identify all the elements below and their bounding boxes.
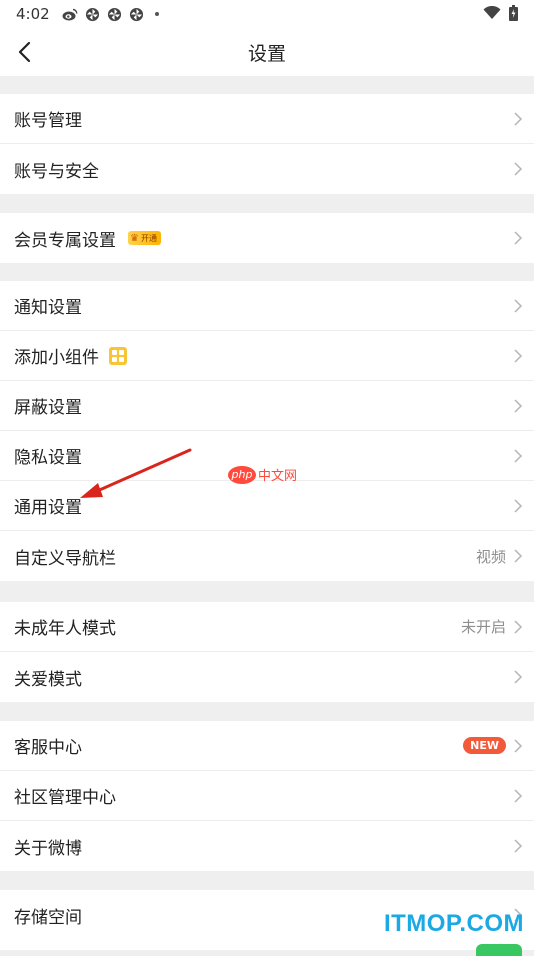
row-customer-service[interactable]: 客服中心 NEW [0, 721, 534, 771]
row-vip-settings[interactable]: 会员专属设置 ♛ 开通 [0, 213, 534, 263]
status-time: 4:02 [16, 5, 50, 23]
pinwheel-icon [85, 7, 99, 21]
row-account-management[interactable]: 账号管理 [0, 94, 534, 144]
row-account-security[interactable]: 账号与安全 [0, 144, 534, 194]
chevron-right-icon [514, 348, 523, 363]
settings-group-vip: 会员专属设置 ♛ 开通 [0, 213, 534, 263]
row-care-mode[interactable]: 关爱模式 [0, 652, 534, 702]
dot-icon [154, 12, 159, 16]
widget-grid-icon [109, 346, 127, 365]
partial-toggle [476, 944, 522, 956]
row-minor-mode[interactable]: 未成年人模式 未开启 [0, 602, 534, 652]
row-label: 社区管理中心 [14, 788, 116, 808]
battery-icon [509, 5, 518, 21]
row-label: 关爱模式 [14, 669, 82, 690]
row-value: 视频 [475, 547, 506, 566]
row-block-settings[interactable]: 屏蔽设置 [0, 381, 534, 431]
new-badge: NEW [463, 737, 506, 754]
vip-badge-text: 开通 [140, 233, 157, 243]
row-label: 未成年人模式 [14, 619, 116, 639]
row-custom-navbar[interactable]: 自定义导航栏 视频 [0, 531, 534, 581]
crown-icon: ♛ [130, 232, 139, 244]
wifi-icon [483, 6, 501, 19]
chevron-right-icon [514, 839, 523, 853]
settings-group-support: 客服中心 NEW 社区管理中心 关于微博 [0, 721, 534, 871]
chevron-right-icon [514, 788, 523, 803]
row-label: 自定义导航栏 [14, 548, 116, 569]
row-notification-settings[interactable]: 通知设置 [0, 281, 534, 331]
weibo-icon [62, 8, 78, 20]
chevron-right-icon [514, 549, 523, 563]
chevron-right-icon [514, 231, 523, 245]
chevron-left-icon [18, 41, 31, 63]
row-label: 账号管理 [14, 111, 82, 131]
status-notification-icons [62, 7, 159, 22]
chevron-right-icon [514, 111, 523, 126]
chevron-right-icon [514, 298, 523, 313]
row-label: 通知设置 [14, 298, 82, 318]
vip-badge: ♛ 开通 [128, 231, 161, 245]
row-label: 存储空间 [14, 907, 82, 928]
row-label: 关于微博 [14, 838, 82, 859]
nav-bar: 设置 [0, 28, 534, 76]
row-label: 添加小组件 [14, 348, 99, 368]
status-system-icons [483, 5, 518, 21]
chevron-right-icon [514, 498, 523, 513]
chevron-right-icon [514, 619, 523, 634]
itmop-watermark: ITMOP.COM [383, 910, 524, 937]
settings-group-account: 账号管理 账号与安全 [0, 94, 534, 194]
pinwheel-icon [129, 7, 143, 21]
pinwheel-icon [107, 7, 121, 21]
row-about-weibo[interactable]: 关于微博 [0, 821, 534, 871]
chevron-right-icon [514, 448, 523, 463]
row-community-center[interactable]: 社区管理中心 [0, 771, 534, 821]
settings-group-general: 通知设置 添加小组件 屏蔽设置 隐私设置 通用设置 自定义导航栏 视频 [0, 281, 534, 581]
row-general-settings[interactable]: 通用设置 [0, 481, 534, 531]
row-label: 通用设置 [14, 498, 82, 518]
page-title: 设置 [247, 42, 286, 65]
chevron-right-icon [514, 738, 523, 753]
settings-group-modes: 未成年人模式 未开启 关爱模式 [0, 602, 534, 702]
back-button[interactable] [10, 38, 38, 66]
chevron-right-icon [514, 670, 523, 684]
php-logo: php [228, 465, 256, 484]
row-value: 未开启 [460, 618, 506, 636]
row-add-widget[interactable]: 添加小组件 [0, 331, 534, 381]
php-watermark-text: 中文网 [258, 469, 298, 484]
chevron-right-icon [514, 398, 523, 413]
row-label: 客服中心 [14, 738, 82, 758]
row-label: 隐私设置 [14, 448, 82, 468]
row-label: 会员专属设置 [14, 230, 116, 251]
chevron-right-icon [514, 162, 523, 176]
php-watermark: php 中文网 [228, 465, 297, 484]
status-bar: 4:02 [0, 0, 534, 28]
row-label: 账号与安全 [14, 161, 99, 182]
row-label: 屏蔽设置 [14, 398, 82, 418]
